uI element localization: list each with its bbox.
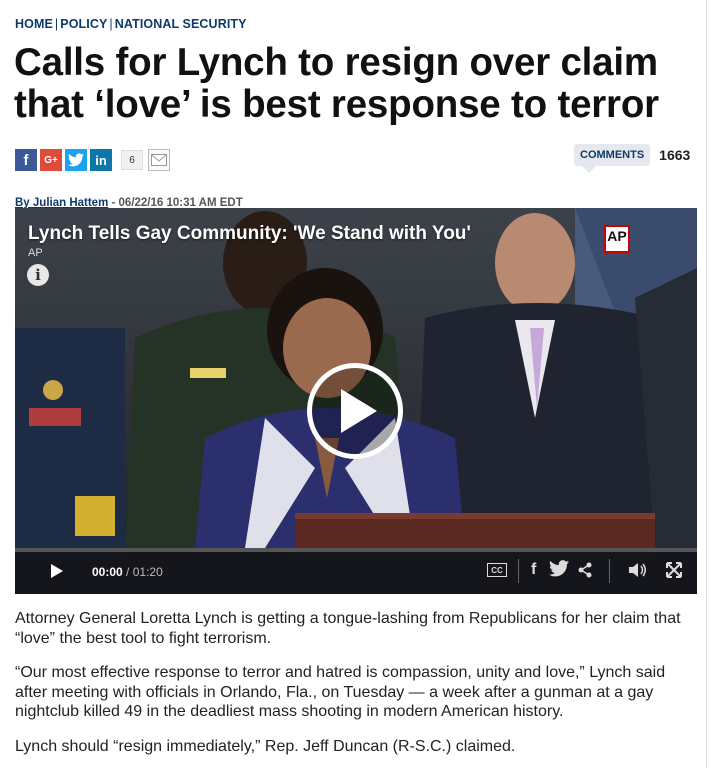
breadcrumb-separator: | <box>109 17 113 31</box>
fullscreen-icon[interactable] <box>665 561 683 579</box>
facebook-icon: f <box>23 151 29 169</box>
video-controls-bar: 00:00 / 01:20 CC f <box>15 548 697 594</box>
share-bar: f G+ in 6 <box>15 149 170 171</box>
linkedin-icon: in <box>95 152 107 168</box>
mail-icon <box>151 154 167 166</box>
video-player[interactable]: Lynch Tells Gay Community: 'We Stand wit… <box>15 208 697 594</box>
breadcrumb-separator: | <box>54 17 59 31</box>
page-right-border <box>706 0 707 768</box>
video-duration: / 01:20 <box>126 565 163 579</box>
google-plus-share-button[interactable]: G+ <box>40 149 62 171</box>
article-body: Attorney General Loretta Lynch is gettin… <box>15 609 695 768</box>
breadcrumb-home-link[interactable]: HOME <box>15 17 53 31</box>
facebook-icon[interactable]: f <box>531 561 536 579</box>
breadcrumb: HOME | POLICY | NATIONAL SECURITY <box>15 17 247 31</box>
control-divider <box>518 559 519 583</box>
ap-logo: AP <box>604 225 630 253</box>
article-paragraph: “Our most effective response to terror a… <box>15 664 666 720</box>
play-button[interactable] <box>307 363 403 459</box>
volume-icon[interactable] <box>628 562 648 578</box>
comments-count: 1663 <box>659 147 691 163</box>
control-divider <box>609 559 610 583</box>
comments-widget[interactable]: COMMENTS 1663 <box>574 144 691 173</box>
facebook-share-button[interactable]: f <box>15 149 37 171</box>
comments-button[interactable]: COMMENTS <box>574 144 651 173</box>
video-title: Lynch Tells Gay Community: 'We Stand wit… <box>28 223 471 244</box>
info-icon[interactable]: i <box>27 264 49 286</box>
twitter-icon[interactable] <box>549 560 569 577</box>
article-paragraph: Lynch should “resign immediately,” Rep. … <box>15 737 516 755</box>
twitter-share-button[interactable] <box>65 149 87 171</box>
video-progress-bar[interactable] <box>15 548 697 552</box>
current-time: 00:00 <box>92 565 123 579</box>
play-icon <box>341 389 377 433</box>
linkedin-share-button[interactable]: in <box>90 149 112 171</box>
share-count: 6 <box>121 150 143 170</box>
control-play-icon[interactable] <box>51 564 63 578</box>
email-share-button[interactable] <box>148 149 170 171</box>
video-source: AP <box>28 247 43 259</box>
share-icon[interactable] <box>578 562 592 578</box>
closed-captions-button[interactable]: CC <box>487 563 507 577</box>
breadcrumb-section-link[interactable]: NATIONAL SECURITY <box>115 17 247 31</box>
article-headline: Calls for Lynch to resign over claim tha… <box>14 41 659 126</box>
twitter-icon <box>68 153 84 167</box>
video-time: 00:00 / 01:20 <box>92 565 163 579</box>
google-plus-icon: G+ <box>44 154 58 166</box>
breadcrumb-policy-link[interactable]: POLICY <box>60 17 107 31</box>
article-paragraph: Attorney General Loretta Lynch is gettin… <box>15 610 681 647</box>
